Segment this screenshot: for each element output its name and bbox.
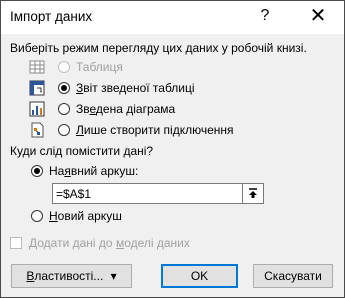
radio-existing-worksheet-label: Наявний аркуш:: [49, 164, 139, 178]
connection-only-icon: [31, 122, 44, 138]
radio-pivot-table[interactable]: [58, 82, 70, 94]
radio-table[interactable]: [58, 61, 70, 73]
cell-reference-input[interactable]: =$A$1: [52, 183, 264, 204]
ok-button[interactable]: OK: [161, 264, 238, 288]
radio-new-worksheet[interactable]: [31, 210, 43, 222]
collapse-dialog-icon[interactable]: [242, 184, 263, 203]
properties-button[interactable]: Властивості... ▾: [11, 264, 132, 288]
table-icon: [29, 60, 45, 74]
close-button[interactable]: ✕: [301, 1, 335, 34]
import-data-dialog: Імпорт даних ? ✕ Виберіть режим перегляд…: [0, 0, 345, 298]
dialog-title: Імпорт даних: [10, 9, 93, 24]
add-to-data-model-checkbox[interactable]: [10, 237, 22, 249]
radio-pivot-chart-label: Зведена діаграма: [76, 102, 176, 116]
view-mode-heading: Виберіть режим перегляду цих даних у роб…: [10, 41, 307, 55]
location-heading: Куди слід помістити дані?: [10, 144, 154, 158]
radio-new-worksheet-label: Новий аркуш: [49, 209, 122, 223]
chevron-down-icon: ▾: [110, 269, 117, 283]
help-button[interactable]: ?: [251, 1, 279, 34]
radio-pivot-table-label: Звіт зведеної таблиці: [76, 81, 195, 95]
radio-table-label: Таблиця: [76, 60, 123, 74]
radio-connection-only-label: Лише створити підключення: [76, 123, 234, 137]
radio-pivot-chart[interactable]: [58, 103, 70, 115]
radio-existing-worksheet[interactable]: [31, 165, 43, 177]
add-to-data-model-label: Додати дані до моделі даних: [29, 236, 190, 250]
dialog-body: Виберіть режим перегляду цих даних у роб…: [1, 34, 344, 297]
pivot-chart-icon: [29, 101, 45, 117]
cell-reference-value: =$A$1: [56, 187, 92, 201]
radio-connection-only[interactable]: [58, 124, 70, 136]
pivot-table-icon: [29, 80, 45, 96]
cancel-button[interactable]: Скасувати: [253, 264, 333, 288]
title-bar: Імпорт даних ? ✕: [1, 1, 344, 34]
